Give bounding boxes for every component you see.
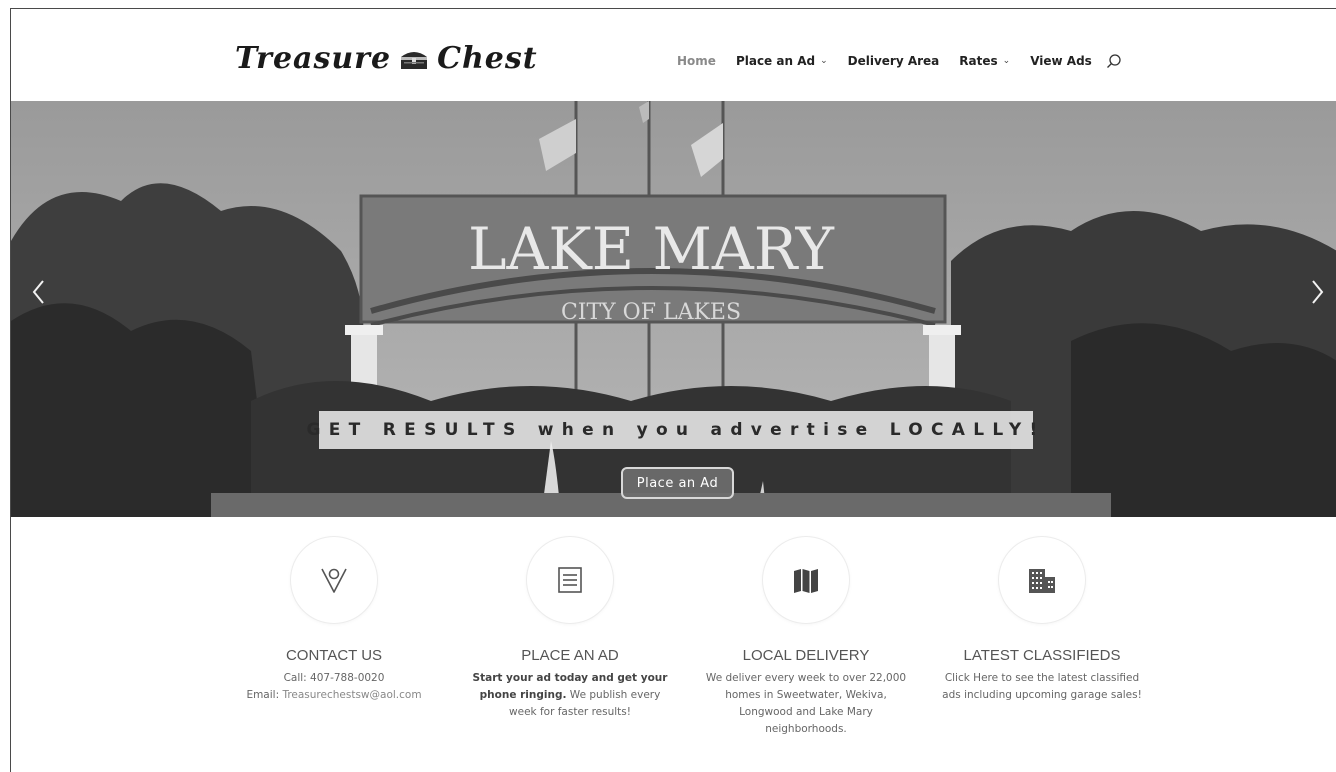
features-section: CONTACT US Call: 407-788-0020 Email: Tre… — [11, 517, 1336, 772]
feature-title: PLACE AN AD — [521, 647, 619, 664]
feature-text: We deliver every week to over 22,000 hom… — [705, 672, 907, 735]
page-frame: Treasure Chest Home Place an Ad ⌄ Delive… — [10, 8, 1336, 772]
feature-title: LATEST CLASSIFIEDS — [963, 647, 1121, 664]
feature-icon-circle — [763, 537, 849, 623]
feature-text[interactable]: Click Here to see the latest classified … — [937, 670, 1147, 704]
nav-delivery-area-label: Delivery Area — [847, 54, 940, 68]
nav-home-label: Home — [677, 54, 716, 68]
list-document-icon — [558, 567, 582, 593]
nav-home[interactable]: Home — [677, 54, 716, 68]
feature-icon-circle — [999, 537, 1085, 623]
map-pin-icon — [321, 568, 347, 593]
chevron-right-icon[interactable] — [1307, 277, 1327, 307]
building-icon — [1029, 569, 1055, 593]
hero-tagline-text: GET RESULTS when you advertise LOCALLY! — [306, 420, 1046, 440]
main-nav: Home Place an Ad ⌄ Delivery Area Rates ⌄… — [677, 53, 1122, 69]
nav-place-an-ad-label: Place an Ad — [735, 54, 816, 68]
feature-title: CONTACT US — [285, 647, 383, 664]
logo-word-left: Treasure — [235, 41, 392, 76]
hero-background-image: LAKE MARY CITY OF LAKES — [11, 101, 1336, 517]
feature-local-delivery: LOCAL DELIVERY We deliver every week to … — [701, 537, 911, 738]
nav-rates-label: Rates — [959, 54, 998, 68]
map-icon — [794, 569, 818, 593]
site-logo[interactable]: Treasure Chest — [235, 41, 538, 76]
nav-view-ads[interactable]: View Ads — [1030, 54, 1092, 68]
hero-tagline: GET RESULTS when you advertise LOCALLY! — [307, 411, 1037, 449]
feature-latest-classifieds: LATEST CLASSIFIEDS Click Here to see the… — [937, 537, 1147, 704]
chevron-left-icon[interactable] — [29, 277, 49, 307]
contact-email-link[interactable]: Treasurechestsw@aol.com — [282, 689, 421, 701]
nav-delivery-area[interactable]: Delivery Area — [848, 54, 940, 68]
feature-text: Start your ad today and get your phone r… — [465, 670, 675, 721]
nav-view-ads-label: View Ads — [1030, 54, 1092, 68]
nav-rates[interactable]: Rates ⌄ — [959, 54, 1010, 68]
contact-phone: Call: 407-788-0020 — [283, 672, 385, 684]
feature-title: LOCAL DELIVERY — [742, 647, 870, 664]
contact-email-label: Email: — [246, 689, 283, 701]
feature-place-an-ad: PLACE AN AD Start your ad today and get … — [465, 537, 675, 721]
feature-contact-us: CONTACT US Call: 407-788-0020 Email: Tre… — [229, 537, 439, 704]
treasure-chest-icon — [401, 51, 428, 69]
feature-icon-circle — [527, 537, 613, 623]
nav-place-an-ad[interactable]: Place an Ad ⌄ — [736, 54, 828, 68]
sign-sub-text: CITY OF LAKES — [561, 300, 741, 325]
chevron-down-icon: ⌄ — [1002, 56, 1011, 66]
search-icon[interactable] — [1106, 53, 1122, 69]
hero-slider: LAKE MARY CITY OF LAKES GET RESULTS when… — [11, 101, 1336, 517]
feature-icon-circle — [291, 537, 377, 623]
place-an-ad-button[interactable]: Place an Ad — [621, 467, 734, 499]
chevron-down-icon: ⌄ — [820, 56, 828, 66]
site-header: Treasure Chest Home Place an Ad ⌄ Delive… — [11, 9, 1336, 101]
logo-word-right: Chest — [437, 41, 538, 76]
feature-text: Call: 407-788-0020 Email: Treasurechests… — [229, 670, 439, 704]
sign-main-text: LAKE MARY — [468, 215, 835, 283]
